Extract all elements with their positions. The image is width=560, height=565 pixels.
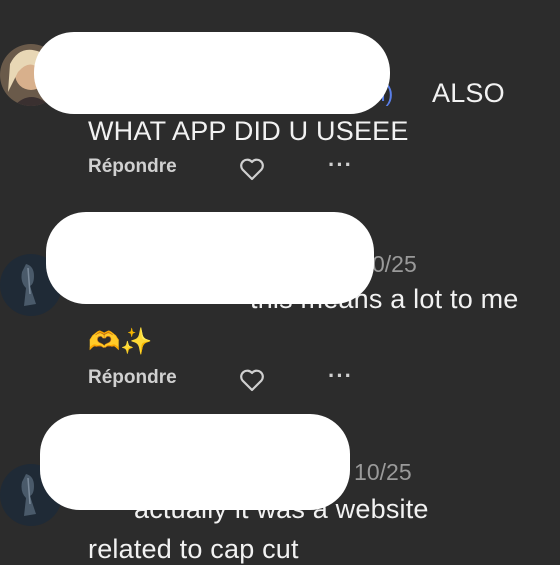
heart-outline-icon[interactable] bbox=[239, 157, 265, 186]
more-options-button[interactable]: ··· bbox=[328, 152, 353, 178]
comment-item: on) ALSO WHAT APP DID U USEEE Répondre ·… bbox=[0, 0, 560, 200]
reply-button[interactable]: Répondre bbox=[88, 367, 177, 389]
more-options-button[interactable]: ··· bbox=[328, 363, 353, 389]
comment-item: 0/25 this means a lot to me 🫶✨ Répondre … bbox=[0, 200, 560, 410]
comment-timestamp: 0/25 bbox=[372, 251, 417, 277]
comment-text-line: WHAT APP DID U USEEE bbox=[88, 116, 409, 146]
heart-outline-icon[interactable] bbox=[239, 368, 265, 397]
comment-text-line: ALSO bbox=[432, 78, 505, 108]
comment-actions: Répondre ··· bbox=[88, 152, 388, 186]
comment-actions: Répondre ··· bbox=[88, 363, 388, 397]
comment-text-line: related to cap cut bbox=[88, 534, 299, 564]
comment-timestamp: ) 10/25 bbox=[340, 459, 412, 485]
redaction-overlay bbox=[34, 32, 390, 114]
redaction-overlay bbox=[46, 212, 374, 304]
redaction-overlay bbox=[40, 414, 350, 510]
emoji-reaction-text: 🫶✨ bbox=[88, 326, 153, 356]
comment-item: ) 10/25 actually it was a website relate… bbox=[0, 410, 560, 564]
reply-button[interactable]: Répondre bbox=[88, 156, 177, 178]
